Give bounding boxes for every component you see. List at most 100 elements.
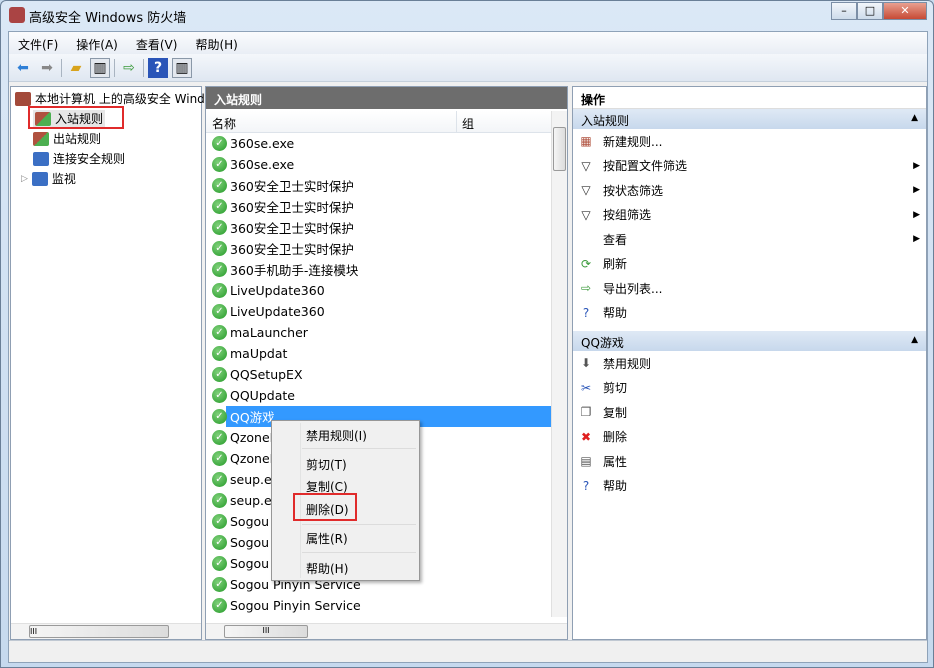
rule-name: 360安全卫士实时保护 xyxy=(230,218,354,237)
action-label: 按状态筛选 xyxy=(603,182,663,199)
window-title: 高级安全 Windows 防火墙 xyxy=(29,7,186,26)
enabled-check-icon: ✓ xyxy=(212,178,227,193)
action-item[interactable]: ▽按状态筛选▶ xyxy=(573,178,926,203)
export-list-icon[interactable]: ⇨ xyxy=(119,58,139,78)
enabled-check-icon: ✓ xyxy=(212,262,227,277)
action-label: 按配置文件筛选 xyxy=(603,157,687,174)
menu-help[interactable]: 帮助(H) xyxy=(186,32,246,54)
rule-row[interactable]: ✓360安全卫士实时保护 xyxy=(206,238,551,259)
menu-view[interactable]: 查看(V) xyxy=(127,32,187,54)
rule-row[interactable]: ✓360手机助手-连接模块 xyxy=(206,259,551,280)
rule-row[interactable]: ✓360安全卫士实时保护 xyxy=(206,196,551,217)
enabled-check-icon: ✓ xyxy=(212,556,227,571)
enabled-check-icon: ✓ xyxy=(212,346,227,361)
collapse-icon[interactable]: ▲ xyxy=(911,113,918,123)
action-label: 属性 xyxy=(603,453,627,470)
rule-name: QQUpdate xyxy=(230,388,295,403)
rule-row[interactable]: ✓360安全卫士实时保护 xyxy=(206,175,551,196)
rule-name: 360se.exe xyxy=(230,157,294,172)
enabled-check-icon: ✓ xyxy=(212,451,227,466)
scroll-thumb[interactable]: III xyxy=(29,625,169,638)
ctx-properties[interactable]: 属性(R) xyxy=(306,530,348,547)
firewall-globe-icon xyxy=(15,92,31,106)
ctx-cut[interactable]: 剪切(T) xyxy=(306,456,347,473)
rule-name: 360安全卫士实时保护 xyxy=(230,239,354,258)
action-item[interactable]: ⟳刷新 xyxy=(573,252,926,277)
enabled-check-icon: ✓ xyxy=(212,388,227,403)
column-header: 名称 组 xyxy=(206,111,551,133)
back-icon[interactable]: ⬅ xyxy=(13,58,33,78)
action-item[interactable]: ✂剪切 xyxy=(573,376,926,401)
menu-bar: 文件(F) 操作(A) 查看(V) 帮助(H) xyxy=(9,32,927,54)
rule-row[interactable]: ✓maUpdat xyxy=(206,343,551,364)
rule-row[interactable]: ✓360se.exe xyxy=(206,154,551,175)
expand-icon[interactable]: ▷ xyxy=(21,174,28,184)
properties-icon: ▤ xyxy=(579,454,593,468)
collapse-icon[interactable]: ▲ xyxy=(911,335,918,345)
rule-row[interactable]: ✓360se.exe xyxy=(206,133,551,154)
rule-name: maLauncher xyxy=(230,325,308,340)
enabled-check-icon: ✓ xyxy=(212,199,227,214)
minimize-button[interactable]: – xyxy=(831,2,857,20)
action-item[interactable]: ❐复制 xyxy=(573,400,926,425)
action-item[interactable]: ?帮助 xyxy=(573,301,926,326)
rule-row[interactable]: ✓360安全卫士实时保护 xyxy=(206,217,551,238)
rule-row[interactable]: ✓LiveUpdate360 xyxy=(206,301,551,322)
show-hide-tree-icon[interactable]: ▥ xyxy=(90,58,110,78)
action-item[interactable]: ⇨导出列表... xyxy=(573,276,926,301)
tree-item-outbound-rules[interactable]: 出站规则 xyxy=(53,130,101,147)
rule-name: Sogou xyxy=(230,514,269,529)
rule-name: maUpdat xyxy=(230,346,287,361)
section-qq-game[interactable]: QQ游戏▲ xyxy=(573,331,926,351)
action-label: 帮助 xyxy=(603,477,627,494)
action-item[interactable]: 查看▶ xyxy=(573,227,926,252)
horizontal-scrollbar[interactable]: III xyxy=(206,623,567,639)
column-group[interactable]: 组 xyxy=(456,111,474,133)
action-item[interactable]: ▤ 属性 xyxy=(573,449,926,474)
vertical-scrollbar[interactable] xyxy=(551,111,567,617)
action-item[interactable]: ▽按配置文件筛选▶ xyxy=(573,154,926,179)
firewall-window: 高级安全 Windows 防火墙 – □ ✕ 文件(F) 操作(A) 查看(V)… xyxy=(0,0,934,668)
tree-item-monitoring[interactable]: 监视 xyxy=(52,170,76,187)
enabled-check-icon: ✓ xyxy=(212,493,227,508)
filter-icon: ▽ xyxy=(579,159,593,173)
actions-title: 操作 xyxy=(573,87,926,109)
ctx-help[interactable]: 帮助(H) xyxy=(306,560,348,577)
show-hide-action-pane-icon[interactable]: ▥ xyxy=(172,58,192,78)
scroll-thumb[interactable]: III xyxy=(224,625,308,638)
tree-root[interactable]: 本地计算机 上的高级安全 Wind xyxy=(35,90,205,107)
column-name[interactable]: 名称 xyxy=(212,115,236,132)
rule-row[interactable]: ✓Sogou Pinyin Service xyxy=(206,595,551,616)
action-label: 导出列表... xyxy=(603,280,662,297)
scroll-thumb[interactable] xyxy=(553,127,566,171)
forward-icon[interactable]: ➡ xyxy=(37,58,57,78)
navigation-tree: 本地计算机 上的高级安全 Wind 入站规则 出站规则 连接安全规则 ▷监视 I… xyxy=(10,86,202,640)
pane-title: 入站规则 xyxy=(206,87,567,109)
action-item[interactable]: ?帮助 xyxy=(573,474,926,499)
highlight-box xyxy=(293,493,357,521)
enabled-check-icon: ✓ xyxy=(212,409,227,424)
horizontal-scrollbar[interactable]: III xyxy=(11,623,201,639)
ctx-disable-rule[interactable]: 禁用规则(I) xyxy=(306,427,367,444)
up-folder-icon[interactable]: ▰ xyxy=(66,58,86,78)
action-item[interactable]: ▽按组筛选▶ xyxy=(573,203,926,228)
new-rule-icon: ▦ xyxy=(579,134,593,148)
action-item[interactable]: ✖删除 xyxy=(573,425,926,450)
enabled-check-icon: ✓ xyxy=(212,136,227,151)
rule-row[interactable]: ✓QQUpdate xyxy=(206,385,551,406)
close-button[interactable]: ✕ xyxy=(883,2,927,20)
rule-row[interactable]: ✓maLauncher xyxy=(206,322,551,343)
section-inbound-rules[interactable]: 入站规则▲ xyxy=(573,109,926,129)
action-item[interactable]: ▦新建规则... xyxy=(573,129,926,154)
menu-action[interactable]: 操作(A) xyxy=(67,32,127,54)
rule-row[interactable]: ✓LiveUpdate360 xyxy=(206,280,551,301)
help-icon[interactable]: ? xyxy=(148,58,168,78)
filter-icon: ▽ xyxy=(579,183,593,197)
rule-row[interactable]: ✓QQSetupEX xyxy=(206,364,551,385)
maximize-button[interactable]: □ xyxy=(857,2,883,20)
action-item[interactable]: ⬇禁用规则 xyxy=(573,351,926,376)
tree-item-connection-security[interactable]: 连接安全规则 xyxy=(53,150,125,167)
menu-file[interactable]: 文件(F) xyxy=(9,32,67,54)
filter-icon: ▽ xyxy=(579,208,593,222)
action-label: 按组筛选 xyxy=(603,206,651,223)
